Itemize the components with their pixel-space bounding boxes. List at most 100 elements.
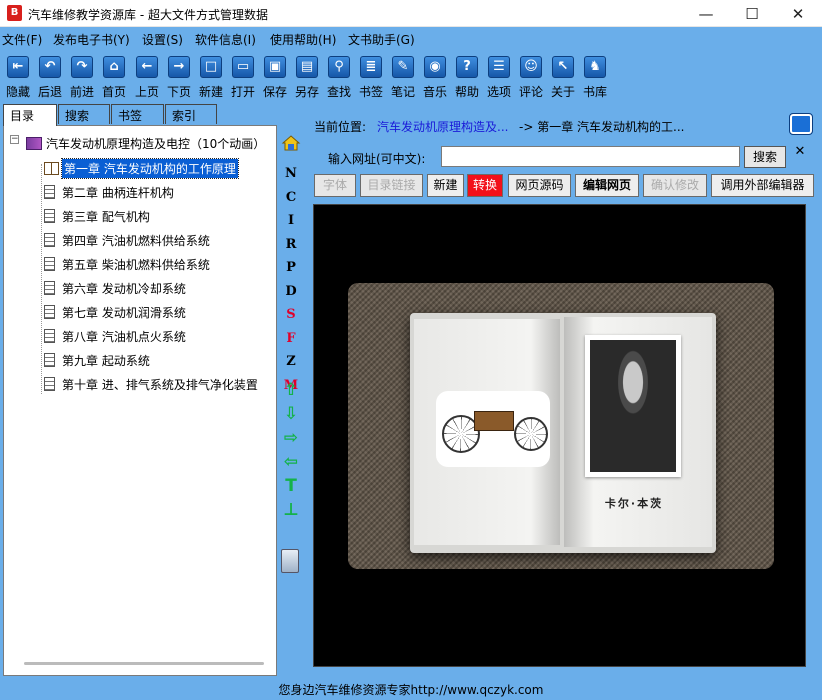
toolbar-button-forward[interactable]: ↷ 前进 — [66, 54, 98, 100]
tree-item[interactable]: 第八章 汽油机点火系统 — [44, 326, 186, 346]
toolbar-button-note[interactable]: ✎ 笔记 — [387, 54, 419, 100]
tab-search[interactable]: 搜索 — [58, 104, 110, 124]
toolbar-button-hide[interactable]: ⇤ 隐藏 — [2, 54, 34, 100]
close-window-button[interactable]: ✕ — [775, 0, 821, 27]
open-icon: ▭ — [232, 56, 254, 78]
gear-shortcut-p[interactable]: P — [278, 260, 304, 275]
tree-item[interactable]: 第十章 进、排气系统及排气净化装置 — [44, 374, 258, 394]
url-input[interactable] — [441, 146, 740, 167]
animation-viewer[interactable]: 卡尔·本茨 — [313, 204, 806, 667]
toolbar-button-help[interactable]: ? 帮助 — [451, 54, 483, 100]
toolbar-button-options[interactable]: ☰ 选项 — [483, 54, 515, 100]
toolbar-button-find[interactable]: ⚲ 查找 — [323, 54, 355, 100]
menu-software-info[interactable]: 软件信息(I) — [195, 31, 256, 48]
tab-index[interactable]: 索引 — [165, 104, 217, 124]
horizontal-scrollbar[interactable] — [24, 662, 264, 665]
top-icon[interactable]: T — [282, 477, 300, 495]
tree-item[interactable]: 第四章 汽油机燃料供给系统 — [44, 230, 210, 250]
close-icon[interactable]: ✕ — [793, 144, 807, 160]
menu-file[interactable]: 文件(F) — [2, 31, 42, 48]
tree-item[interactable]: 第九章 起动系统 — [44, 350, 150, 370]
toolbar-button-open[interactable]: ▭ 打开 — [227, 54, 259, 100]
gear-shortcut-f[interactable]: F — [278, 331, 304, 346]
location-link[interactable]: 汽车发动机原理构造及... — [377, 118, 508, 135]
bottom-icon[interactable]: ⊥ — [282, 501, 300, 519]
gear-shortcut-z[interactable]: Z — [278, 354, 304, 369]
tab-contents[interactable]: 目录 — [3, 104, 57, 126]
tree-item-label: 第六章 发动机冷却系统 — [62, 281, 186, 296]
toolbar-button-back[interactable]: ↶ 后退 — [34, 54, 66, 100]
tab-bookmarks[interactable]: 书签 — [111, 104, 164, 124]
tree-item[interactable]: 第七章 发动机润滑系统 — [44, 302, 186, 322]
toolbar-button-comment[interactable]: ☺ 评论 — [515, 54, 547, 100]
forward-icon: ↷ — [71, 56, 93, 78]
toolbar-button-bookmark[interactable]: ≣ 书签 — [355, 54, 387, 100]
library-icon: ♞ — [584, 56, 606, 78]
left-panel: 目录 搜索 书签 索引 − 汽车发动机原理构造及电控（10个动画） 第一章 汽车… — [3, 104, 277, 676]
tree-root[interactable]: 汽车发动机原理构造及电控（10个动画） — [26, 133, 265, 153]
tree-item-label: 第三章 配气机构 — [62, 209, 150, 224]
toolbar-label: 上页 — [134, 85, 159, 99]
new-button[interactable]: 新建 — [427, 174, 464, 197]
collapse-toggle[interactable]: − — [10, 135, 19, 144]
arrow-right-icon[interactable]: ⇨ — [282, 429, 300, 447]
tree-item[interactable]: 第五章 柴油机燃料供给系统 — [44, 254, 210, 274]
tree-item[interactable]: 第二章 曲柄连杆机构 — [44, 182, 174, 202]
content-panel: 当前位置: 汽车发动机原理构造及... -> 第一章 汽车发动机构的工... 输… — [306, 104, 818, 676]
arrow-left-icon[interactable]: ⇦ — [282, 453, 300, 471]
tree-root-label: 汽车发动机原理构造及电控（10个动画） — [46, 136, 266, 151]
search-button[interactable]: 搜索 — [744, 146, 786, 168]
note-icon: ✎ — [392, 56, 414, 78]
location-current: -> 第一章 汽车发动机构的工... — [519, 120, 685, 134]
benz-car-image — [436, 391, 550, 467]
tree-item[interactable]: 第六章 发动机冷却系统 — [44, 278, 186, 298]
toolbar-label: 音乐 — [422, 85, 447, 99]
tree-item-label: 第二章 曲柄连杆机构 — [62, 185, 174, 200]
about-icon: ↖ — [552, 56, 574, 78]
menu-publish-ebook[interactable]: 发布电子书(Y) — [53, 31, 130, 48]
toc-link-button[interactable]: 目录链接 — [360, 174, 423, 197]
toolbar-button-about[interactable]: ↖ 关于 — [547, 54, 579, 100]
document-icon — [44, 233, 55, 247]
font-button[interactable]: 字体 — [314, 174, 356, 197]
toolbar-label: 关于 — [550, 85, 575, 99]
arrow-up-icon[interactable]: ⇧ — [282, 381, 300, 399]
toolbar-button-save[interactable]: ▣ 保存 — [259, 54, 291, 100]
minimize-button[interactable]: — — [683, 0, 729, 27]
toolbar-button-home[interactable]: ⌂ 首页 — [98, 54, 130, 100]
menu-help[interactable]: 使用帮助(H) — [270, 31, 336, 48]
portrait-caption: 卡尔·本茨 — [604, 497, 664, 510]
gear-shortcut-d[interactable]: D — [278, 284, 304, 299]
external-editor-button[interactable]: 调用外部编辑器 — [711, 174, 814, 197]
toolbar-label: 另存 — [294, 85, 319, 99]
arrow-down-icon[interactable]: ⇩ — [282, 405, 300, 423]
menu-settings[interactable]: 设置(S) — [142, 31, 183, 48]
edit-page-button[interactable]: 编辑网页 — [575, 174, 639, 197]
recycle-bin-icon[interactable] — [281, 549, 299, 573]
chapter-tree[interactable]: − 汽车发动机原理构造及电控（10个动画） 第一章 汽车发动机构的工作原理第二章… — [3, 125, 277, 676]
page-source-button[interactable]: 网页源码 — [508, 174, 571, 197]
home-sync-icon[interactable] — [281, 133, 301, 153]
gear-shortcut-i[interactable]: I — [278, 213, 304, 228]
gear-shortcut-s[interactable]: S — [278, 307, 304, 322]
toolbar-button-prev-page[interactable]: ← 上页 — [131, 54, 163, 100]
monitor-icon[interactable] — [789, 113, 813, 135]
toolbar-button-new[interactable]: □ 新建 — [195, 54, 227, 100]
gear-shortcut-r[interactable]: R — [278, 237, 304, 252]
gear-shortcut-n[interactable]: N — [278, 166, 304, 181]
toolbar-button-next-page[interactable]: → 下页 — [163, 54, 195, 100]
convert-button[interactable]: 转换 — [467, 174, 503, 197]
menu-doc-assistant[interactable]: 文书助手(G) — [348, 31, 415, 48]
toolbar-label: 笔记 — [390, 85, 415, 99]
options-icon: ☰ — [488, 56, 510, 78]
maximize-button[interactable]: ☐ — [729, 0, 775, 27]
document-icon — [44, 353, 55, 367]
portrait-photo — [585, 335, 681, 477]
tree-item[interactable]: 第三章 配气机构 — [44, 206, 150, 226]
tree-item[interactable]: 第一章 汽车发动机构的工作原理 — [44, 157, 239, 179]
toolbar-button-library[interactable]: ♞ 书库 — [579, 54, 611, 100]
gear-shortcut-c[interactable]: C — [278, 190, 304, 205]
toolbar-button-music[interactable]: ◉ 音乐 — [419, 54, 451, 100]
toolbar-button-save-as[interactable]: ▤ 另存 — [291, 54, 323, 100]
confirm-edit-button[interactable]: 确认修改 — [643, 174, 707, 197]
